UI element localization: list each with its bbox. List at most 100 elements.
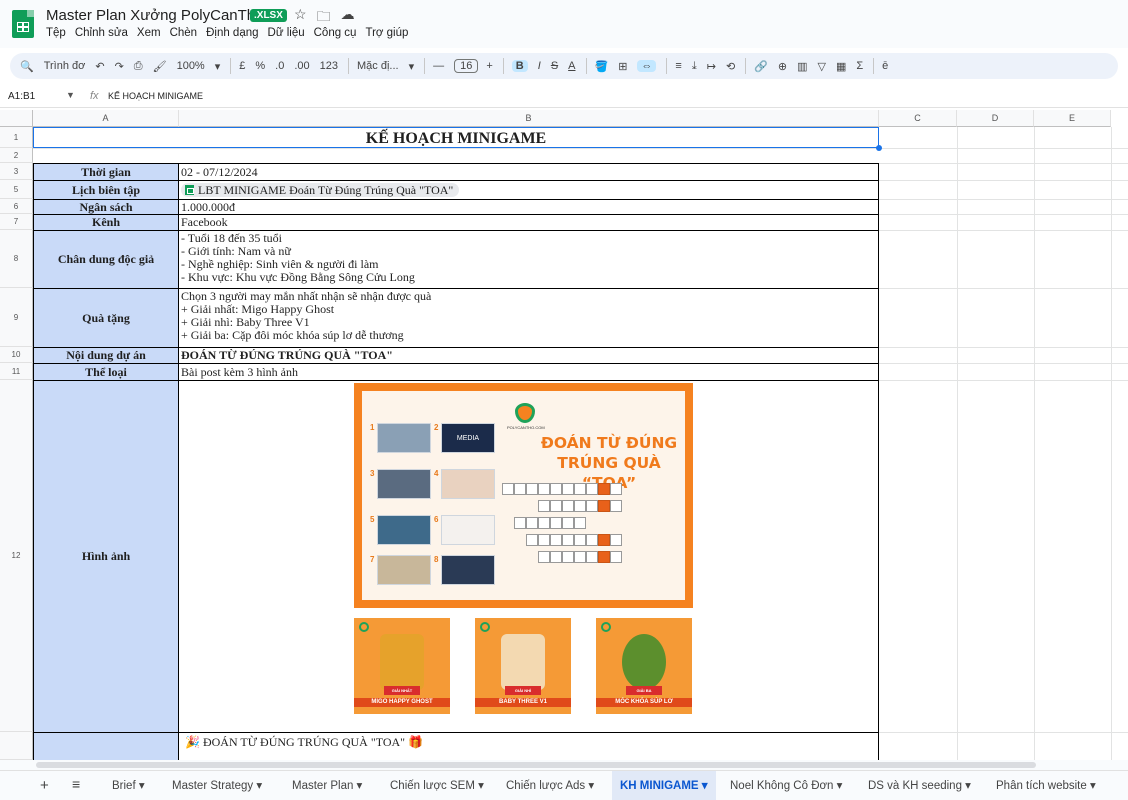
strikethrough-button[interactable]: S [551,60,558,72]
input-tools-icon[interactable]: ē [882,60,888,72]
chevron-down-icon[interactable]: ▼ [66,90,75,100]
chevron-down-icon[interactable]: ▾ [215,60,221,73]
label-ngan-sach[interactable]: Ngân sách [33,199,179,215]
functions-button[interactable]: Σ [856,60,863,72]
font-size-increase-button[interactable]: + [486,60,492,72]
row-header-9[interactable]: 9 [0,288,33,347]
menu-tools[interactable]: Công cụ [314,27,357,39]
value-qua-tang[interactable]: Chọn 3 người may mắn nhất nhận sẽ nhận đ… [178,288,879,348]
all-sheets-icon[interactable]: ≡ [72,776,80,792]
column-header-e[interactable]: E [1034,110,1111,127]
menu-edit[interactable]: Chỉnh sửa [75,27,128,39]
filter-icon[interactable]: ▽ [817,60,825,73]
more-formats-button[interactable]: 123 [320,60,338,72]
sheet-tab-noel[interactable]: Noel Không Cô Đơn ▾ [722,771,850,800]
value-kenh[interactable]: Facebook [178,214,879,231]
sheet-tab-kh-minigame[interactable]: KH MINIGAME ▾ [612,771,716,800]
menu-data[interactable]: Dữ liệu [268,27,305,39]
menu-insert[interactable]: Chèn [170,27,198,39]
label-thoi-gian[interactable]: Thời gian [33,163,179,181]
row-header-13[interactable] [0,732,33,760]
row-header-11[interactable]: 11 [0,363,33,380]
sheet-tab-seeding[interactable]: DS và KH seeding ▾ [860,771,979,800]
fill-color-icon[interactable]: 🪣 [595,60,609,73]
row-header-3[interactable]: 3 [0,163,33,180]
row-header-5[interactable]: 5 [0,180,33,199]
scrollbar-thumb[interactable] [36,762,1036,768]
name-box[interactable]: A1:B1 [8,91,35,102]
search-icon[interactable]: 🔍 [20,60,34,73]
row-header-7[interactable]: 7 [0,214,33,230]
prize-image-3[interactable]: GIẢI BA MÓC KHÓA SÚP LƠ [596,618,692,714]
value-the-loai[interactable]: Bài post kèm 3 hình ảnh [178,363,879,381]
minigame-poster-image[interactable]: POLYCANTHO.COM ĐOÁN TỪ ĐÚNG TRÚNG QUÀ “T… [354,383,693,608]
comment-icon[interactable]: ⊕ [778,60,787,73]
redo-icon[interactable]: ↷ [115,60,124,73]
row-header-2[interactable]: 2 [0,148,33,163]
sheet-tab-master-strategy[interactable]: Master Strategy ▾ [164,771,270,800]
column-header-d[interactable]: D [957,110,1034,127]
sheets-logo-icon[interactable] [12,10,34,38]
label-the-loai[interactable]: Thể loại [33,363,179,381]
chart-icon[interactable]: ▥ [797,60,807,73]
value-ngan-sach[interactable]: 1.000.000đ [178,199,879,215]
column-header-a[interactable]: A [33,110,179,127]
bold-button[interactable]: B [511,60,528,72]
value-chan-dung[interactable]: - Tuổi 18 đến 35 tuổi - Giới tính: Nam v… [178,230,879,289]
print-icon[interactable]: ⎙ [134,60,143,73]
percent-button[interactable]: % [255,60,265,72]
document-title[interactable]: Master Plan Xưởng PolyCanTho [46,7,263,24]
file-link-chip[interactable]: LBT MINIGAME Đoán Từ Đúng Trúng Quà "TOA… [181,183,460,197]
wrap-icon[interactable]: ↦ [707,60,716,73]
paint-format-icon[interactable]: 🖌 [153,60,167,73]
increase-decimal-button[interactable]: .00 [294,60,309,72]
label-hinh-anh[interactable]: Hình ảnh [33,380,179,733]
value-thoi-gian[interactable]: 02 - 07/12/2024 [178,163,879,181]
italic-button[interactable]: I [538,60,541,72]
prize-image-2[interactable]: GIẢI NHÌ BABY THREE V1 [475,618,571,714]
link-icon[interactable]: 🔗 [754,60,768,73]
label-lich-bien-tap[interactable]: Lịch biên tập [33,180,179,200]
label-chan-dung[interactable]: Chân dung độc giả [33,230,179,289]
formula-input[interactable]: KẾ HOẠCH MINIGAME [108,91,203,101]
row-header-10[interactable]: 10 [0,347,33,363]
row-header-6[interactable]: 6 [0,199,33,214]
filter-views-icon[interactable]: ▦ [836,60,846,73]
font-size-input[interactable]: 16 [454,59,479,73]
currency-button[interactable]: £ [239,60,245,72]
add-sheet-icon[interactable]: + [40,777,49,794]
decrease-decimal-button[interactable]: .0 [275,60,284,72]
column-header-b[interactable]: B [179,110,879,127]
row-header-12[interactable]: 12 [0,380,33,732]
menu-help[interactable]: Trợ giúp [365,27,408,39]
vertical-align-icon[interactable]: ⤓ [692,60,697,73]
label-kenh[interactable]: Kênh [33,214,179,231]
menu-format[interactable]: Định dạng [206,27,258,39]
zoom-select[interactable]: 100% [177,60,205,72]
align-icon[interactable]: ≡ [675,60,681,72]
label-noi-dung[interactable]: Nội dung dự án [33,347,179,364]
text-color-button[interactable]: A [568,60,575,72]
undo-icon[interactable]: ↶ [95,60,104,73]
menu-search[interactable]: Trình đơ [44,60,86,72]
chevron-down-icon[interactable]: ▾ [409,60,415,73]
font-select[interactable]: Mặc đị... [357,60,399,72]
value-noi-dung[interactable]: ĐOÁN TỪ ĐÚNG TRÚNG QUÀ "TOA" [178,347,879,364]
value-lich-bien-tap[interactable]: LBT MINIGAME Đoán Từ Đúng Trúng Quà "TOA… [178,180,879,200]
sheet-title-cell[interactable]: KẾ HOẠCH MINIGAME [33,127,879,148]
column-header-c[interactable]: C [879,110,957,127]
row-header-8[interactable]: 8 [0,230,33,288]
selection-handle[interactable] [876,145,882,151]
merge-cells-icon[interactable]: ⇔ [637,60,657,72]
value-last-row[interactable]: 🎉 ĐOÁN TỪ ĐÚNG TRÚNG QUÀ "TOA" 🎁 [178,732,879,762]
borders-icon[interactable]: ⊞ [618,60,627,73]
label-qua-tang[interactable]: Quà tặng [33,288,179,348]
menu-file[interactable]: Tệp [46,27,66,39]
menu-view[interactable]: Xem [137,27,161,39]
sheet-tab-ads[interactable]: Chiến lược Ads ▾ [498,771,602,800]
sheet-tab-brief[interactable]: Brief ▾ [104,771,153,800]
rotate-icon[interactable]: ⟲ [726,60,735,73]
sheet-tab-sem[interactable]: Chiến lược SEM ▾ [382,771,492,800]
select-all-corner[interactable] [0,110,33,127]
sheet-tab-website[interactable]: Phân tích website ▾ [988,771,1104,800]
